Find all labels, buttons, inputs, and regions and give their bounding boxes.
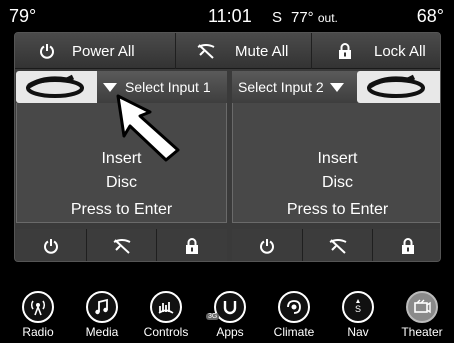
zone-1-dropdown-icon: [103, 82, 117, 92]
dock-media-label: Media: [85, 325, 119, 339]
compass-heading: S: [272, 9, 283, 26]
zone-2-dropdown-icon: [329, 82, 344, 92]
dock-nav-label: Nav: [347, 325, 369, 339]
passenger-temperature[interactable]: 68°: [417, 5, 444, 27]
dock-nav[interactable]: S Nav: [328, 285, 388, 343]
lock-icon: [402, 238, 414, 254]
apps-3g-badge: 3G: [206, 313, 220, 320]
lock-icon: [186, 238, 198, 254]
zone-2-power-button[interactable]: [232, 229, 302, 261]
zone-2-press-to-enter[interactable]: Press to Enter: [233, 201, 440, 219]
bottom-dock: Radio Media Controls 3G Apps Climate S N…: [0, 285, 454, 343]
zone-2-source-logo: [357, 71, 440, 103]
theater-icon: [406, 291, 438, 323]
dock-theater-label: Theater: [401, 325, 443, 339]
mute-icon: [329, 239, 346, 254]
dock-climate[interactable]: Climate: [264, 285, 324, 343]
zone-1-mute-button[interactable]: [86, 229, 156, 261]
zone-1-screen[interactable]: Insert Disc Press to Enter: [16, 103, 227, 223]
status-bar: 79° 11:01 S 77° out. 68°: [0, 0, 454, 32]
outside-label: out.: [317, 11, 338, 25]
zone-1-select-label: Select Input 1: [125, 79, 211, 95]
power-all-label: Power All: [72, 42, 135, 60]
zone-2-select-label: Select Input 2: [238, 79, 324, 95]
zone-1-lock-button[interactable]: [156, 229, 227, 261]
outside-temperature: 77° out.: [291, 7, 338, 29]
nav-icon: S: [342, 291, 374, 323]
zone-2-insert-line2: Disc: [321, 174, 354, 191]
dock-media[interactable]: Media: [72, 285, 132, 343]
mute-all-label: Mute All: [235, 42, 289, 60]
zone-2-header: Select Input 2: [232, 71, 440, 103]
power-all-button[interactable]: Power All: [39, 33, 174, 69]
driver-temperature[interactable]: 79°: [9, 5, 36, 27]
media-icon: [86, 291, 118, 323]
zone-1-press-to-enter[interactable]: Press to Enter: [17, 201, 226, 219]
zone-1-source-logo: [16, 71, 102, 103]
global-controls-bar: Power All Mute All Lock All: [15, 33, 440, 69]
dock-climate-label: Climate: [273, 325, 315, 339]
dock-apps-label: Apps: [216, 325, 244, 339]
dock-radio[interactable]: Radio: [8, 285, 68, 343]
zone-1-select-input[interactable]: Select Input 1: [97, 71, 227, 103]
zone-1: Select Input 1 Insert Disc Press to Ente…: [16, 71, 227, 261]
mute-icon: [197, 44, 215, 59]
zone-1-power-button[interactable]: [16, 229, 86, 261]
dock-controls[interactable]: Controls: [136, 285, 196, 343]
lock-icon: [339, 43, 351, 59]
mute-all-button[interactable]: Mute All: [175, 33, 310, 69]
power-icon: [44, 239, 58, 254]
zone-2-insert-disc: Insert Disc: [233, 147, 440, 195]
bluray-disc-icon: [367, 74, 425, 98]
dock-apps[interactable]: 3G Apps: [200, 285, 260, 343]
zone-2-select-input[interactable]: Select Input 2: [232, 71, 362, 103]
svg-text:S: S: [355, 304, 361, 314]
dock-controls-label: Controls: [143, 325, 189, 339]
zone-2-screen[interactable]: Insert Disc Press to Enter: [232, 103, 440, 223]
apps-icon: [214, 291, 246, 323]
clock: 11:01: [208, 6, 252, 26]
zone-2-controls: [232, 229, 440, 261]
dock-radio-label: Radio: [22, 325, 54, 339]
bluray-disc-icon: [26, 74, 84, 98]
zone-1-insert-line2: Disc: [105, 174, 138, 191]
zone-2: Select Input 2 Insert Disc Press to Ente…: [232, 71, 440, 261]
controls-icon: [150, 291, 182, 323]
outside-temp-value: 77°: [291, 9, 314, 26]
radio-icon: [22, 291, 54, 323]
power-icon: [260, 239, 274, 254]
zone-1-insert-line1: Insert: [101, 150, 142, 167]
zone-2-insert-line1: Insert: [317, 150, 358, 167]
lock-all-label: Lock All: [374, 42, 426, 60]
mute-icon: [113, 239, 130, 254]
climate-icon: [278, 291, 310, 323]
lock-all-button[interactable]: Lock All: [311, 33, 440, 69]
zone-1-insert-disc: Insert Disc: [17, 147, 226, 195]
power-icon: [40, 44, 54, 59]
dock-theater[interactable]: Theater: [392, 285, 452, 343]
zone-1-header: Select Input 1: [16, 71, 227, 103]
zone-1-controls: [16, 229, 227, 261]
zone-2-mute-button[interactable]: [302, 229, 372, 261]
rear-entertainment-panel: Power All Mute All Lock All Select Input…: [14, 32, 441, 262]
zone-2-lock-button[interactable]: [372, 229, 440, 261]
